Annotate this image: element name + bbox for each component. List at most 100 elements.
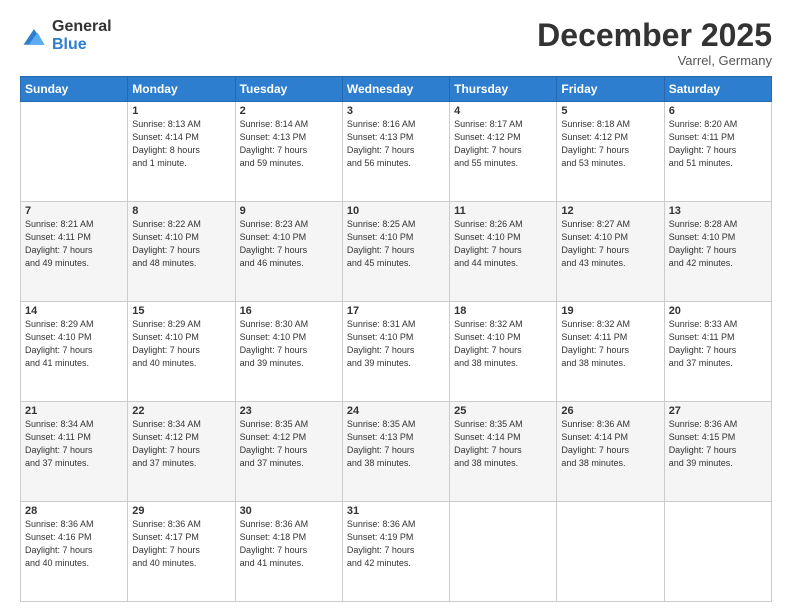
day-info: Sunrise: 8:32 AM Sunset: 4:11 PM Dayligh… bbox=[561, 318, 659, 370]
day-info: Sunrise: 8:35 AM Sunset: 4:14 PM Dayligh… bbox=[454, 418, 552, 470]
day-info: Sunrise: 8:29 AM Sunset: 4:10 PM Dayligh… bbox=[25, 318, 123, 370]
table-row: 7Sunrise: 8:21 AM Sunset: 4:11 PM Daylig… bbox=[21, 202, 128, 302]
day-number: 29 bbox=[132, 505, 230, 517]
table-row: 15Sunrise: 8:29 AM Sunset: 4:10 PM Dayli… bbox=[128, 302, 235, 402]
day-number: 9 bbox=[240, 205, 338, 217]
logo-icon bbox=[20, 22, 48, 50]
day-info: Sunrise: 8:34 AM Sunset: 4:12 PM Dayligh… bbox=[132, 418, 230, 470]
day-info: Sunrise: 8:34 AM Sunset: 4:11 PM Dayligh… bbox=[25, 418, 123, 470]
location: Varrel, Germany bbox=[537, 53, 772, 68]
table-row: 20Sunrise: 8:33 AM Sunset: 4:11 PM Dayli… bbox=[664, 302, 771, 402]
table-row: 3Sunrise: 8:16 AM Sunset: 4:13 PM Daylig… bbox=[342, 102, 449, 202]
table-row bbox=[664, 502, 771, 602]
day-number: 11 bbox=[454, 205, 552, 217]
table-row: 29Sunrise: 8:36 AM Sunset: 4:17 PM Dayli… bbox=[128, 502, 235, 602]
col-tuesday: Tuesday bbox=[235, 77, 342, 102]
day-info: Sunrise: 8:36 AM Sunset: 4:15 PM Dayligh… bbox=[669, 418, 767, 470]
table-row: 12Sunrise: 8:27 AM Sunset: 4:10 PM Dayli… bbox=[557, 202, 664, 302]
day-number: 6 bbox=[669, 105, 767, 117]
day-info: Sunrise: 8:32 AM Sunset: 4:10 PM Dayligh… bbox=[454, 318, 552, 370]
table-row: 18Sunrise: 8:32 AM Sunset: 4:10 PM Dayli… bbox=[450, 302, 557, 402]
table-row: 25Sunrise: 8:35 AM Sunset: 4:14 PM Dayli… bbox=[450, 402, 557, 502]
table-row: 28Sunrise: 8:36 AM Sunset: 4:16 PM Dayli… bbox=[21, 502, 128, 602]
calendar-header-row: Sunday Monday Tuesday Wednesday Thursday… bbox=[21, 77, 772, 102]
col-sunday: Sunday bbox=[21, 77, 128, 102]
day-info: Sunrise: 8:21 AM Sunset: 4:11 PM Dayligh… bbox=[25, 218, 123, 270]
day-number: 5 bbox=[561, 105, 659, 117]
day-number: 22 bbox=[132, 405, 230, 417]
table-row: 13Sunrise: 8:28 AM Sunset: 4:10 PM Dayli… bbox=[664, 202, 771, 302]
day-number: 1 bbox=[132, 105, 230, 117]
day-number: 20 bbox=[669, 305, 767, 317]
col-friday: Friday bbox=[557, 77, 664, 102]
day-number: 21 bbox=[25, 405, 123, 417]
table-row: 27Sunrise: 8:36 AM Sunset: 4:15 PM Dayli… bbox=[664, 402, 771, 502]
table-row bbox=[450, 502, 557, 602]
day-number: 17 bbox=[347, 305, 445, 317]
day-info: Sunrise: 8:35 AM Sunset: 4:12 PM Dayligh… bbox=[240, 418, 338, 470]
day-number: 31 bbox=[347, 505, 445, 517]
table-row bbox=[557, 502, 664, 602]
table-row: 4Sunrise: 8:17 AM Sunset: 4:12 PM Daylig… bbox=[450, 102, 557, 202]
calendar-week-1: 1Sunrise: 8:13 AM Sunset: 4:14 PM Daylig… bbox=[21, 102, 772, 202]
calendar-week-5: 28Sunrise: 8:36 AM Sunset: 4:16 PM Dayli… bbox=[21, 502, 772, 602]
day-info: Sunrise: 8:36 AM Sunset: 4:14 PM Dayligh… bbox=[561, 418, 659, 470]
table-row: 14Sunrise: 8:29 AM Sunset: 4:10 PM Dayli… bbox=[21, 302, 128, 402]
day-info: Sunrise: 8:35 AM Sunset: 4:13 PM Dayligh… bbox=[347, 418, 445, 470]
calendar-table: Sunday Monday Tuesday Wednesday Thursday… bbox=[20, 76, 772, 602]
table-row: 9Sunrise: 8:23 AM Sunset: 4:10 PM Daylig… bbox=[235, 202, 342, 302]
day-number: 12 bbox=[561, 205, 659, 217]
table-row: 2Sunrise: 8:14 AM Sunset: 4:13 PM Daylig… bbox=[235, 102, 342, 202]
day-info: Sunrise: 8:36 AM Sunset: 4:17 PM Dayligh… bbox=[132, 518, 230, 570]
day-info: Sunrise: 8:25 AM Sunset: 4:10 PM Dayligh… bbox=[347, 218, 445, 270]
col-wednesday: Wednesday bbox=[342, 77, 449, 102]
table-row: 10Sunrise: 8:25 AM Sunset: 4:10 PM Dayli… bbox=[342, 202, 449, 302]
day-number: 18 bbox=[454, 305, 552, 317]
day-number: 27 bbox=[669, 405, 767, 417]
day-number: 10 bbox=[347, 205, 445, 217]
day-number: 15 bbox=[132, 305, 230, 317]
day-info: Sunrise: 8:13 AM Sunset: 4:14 PM Dayligh… bbox=[132, 118, 230, 170]
col-monday: Monday bbox=[128, 77, 235, 102]
day-number: 16 bbox=[240, 305, 338, 317]
calendar-week-3: 14Sunrise: 8:29 AM Sunset: 4:10 PM Dayli… bbox=[21, 302, 772, 402]
table-row: 22Sunrise: 8:34 AM Sunset: 4:12 PM Dayli… bbox=[128, 402, 235, 502]
day-number: 28 bbox=[25, 505, 123, 517]
day-number: 3 bbox=[347, 105, 445, 117]
day-info: Sunrise: 8:23 AM Sunset: 4:10 PM Dayligh… bbox=[240, 218, 338, 270]
day-info: Sunrise: 8:30 AM Sunset: 4:10 PM Dayligh… bbox=[240, 318, 338, 370]
logo-blue: Blue bbox=[52, 36, 112, 54]
day-number: 7 bbox=[25, 205, 123, 217]
day-info: Sunrise: 8:33 AM Sunset: 4:11 PM Dayligh… bbox=[669, 318, 767, 370]
day-info: Sunrise: 8:14 AM Sunset: 4:13 PM Dayligh… bbox=[240, 118, 338, 170]
day-info: Sunrise: 8:36 AM Sunset: 4:16 PM Dayligh… bbox=[25, 518, 123, 570]
table-row: 8Sunrise: 8:22 AM Sunset: 4:10 PM Daylig… bbox=[128, 202, 235, 302]
col-thursday: Thursday bbox=[450, 77, 557, 102]
day-number: 8 bbox=[132, 205, 230, 217]
day-number: 24 bbox=[347, 405, 445, 417]
header: General Blue December 2025 Varrel, Germa… bbox=[20, 18, 772, 68]
month-title: December 2025 bbox=[537, 18, 772, 53]
day-info: Sunrise: 8:28 AM Sunset: 4:10 PM Dayligh… bbox=[669, 218, 767, 270]
table-row: 5Sunrise: 8:18 AM Sunset: 4:12 PM Daylig… bbox=[557, 102, 664, 202]
table-row: 11Sunrise: 8:26 AM Sunset: 4:10 PM Dayli… bbox=[450, 202, 557, 302]
table-row: 17Sunrise: 8:31 AM Sunset: 4:10 PM Dayli… bbox=[342, 302, 449, 402]
day-info: Sunrise: 8:26 AM Sunset: 4:10 PM Dayligh… bbox=[454, 218, 552, 270]
day-info: Sunrise: 8:31 AM Sunset: 4:10 PM Dayligh… bbox=[347, 318, 445, 370]
table-row: 16Sunrise: 8:30 AM Sunset: 4:10 PM Dayli… bbox=[235, 302, 342, 402]
day-number: 23 bbox=[240, 405, 338, 417]
table-row: 21Sunrise: 8:34 AM Sunset: 4:11 PM Dayli… bbox=[21, 402, 128, 502]
col-saturday: Saturday bbox=[664, 77, 771, 102]
day-info: Sunrise: 8:36 AM Sunset: 4:18 PM Dayligh… bbox=[240, 518, 338, 570]
table-row: 6Sunrise: 8:20 AM Sunset: 4:11 PM Daylig… bbox=[664, 102, 771, 202]
table-row: 24Sunrise: 8:35 AM Sunset: 4:13 PM Dayli… bbox=[342, 402, 449, 502]
day-info: Sunrise: 8:16 AM Sunset: 4:13 PM Dayligh… bbox=[347, 118, 445, 170]
calendar-week-2: 7Sunrise: 8:21 AM Sunset: 4:11 PM Daylig… bbox=[21, 202, 772, 302]
day-number: 26 bbox=[561, 405, 659, 417]
day-info: Sunrise: 8:17 AM Sunset: 4:12 PM Dayligh… bbox=[454, 118, 552, 170]
day-info: Sunrise: 8:29 AM Sunset: 4:10 PM Dayligh… bbox=[132, 318, 230, 370]
day-number: 25 bbox=[454, 405, 552, 417]
table-row: 19Sunrise: 8:32 AM Sunset: 4:11 PM Dayli… bbox=[557, 302, 664, 402]
day-info: Sunrise: 8:20 AM Sunset: 4:11 PM Dayligh… bbox=[669, 118, 767, 170]
calendar-week-4: 21Sunrise: 8:34 AM Sunset: 4:11 PM Dayli… bbox=[21, 402, 772, 502]
